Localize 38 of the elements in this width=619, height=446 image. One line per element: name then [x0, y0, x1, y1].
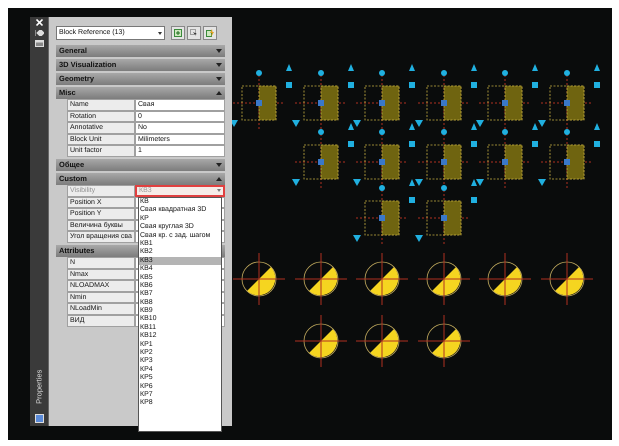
expand-icon	[216, 162, 222, 167]
pile-symbol	[292, 64, 354, 132]
pile-marker-symbol	[232, 252, 286, 306]
pile-marker-symbol	[294, 314, 348, 368]
pile-symbol	[230, 64, 292, 132]
expand-icon	[216, 63, 222, 67]
pile-marker-symbol	[356, 314, 408, 368]
pile-symbol	[415, 179, 477, 246]
expand-icon	[216, 77, 222, 81]
pile-symbol	[476, 64, 538, 132]
collapse-icon	[216, 91, 222, 95]
pile-marker-symbol	[418, 252, 470, 306]
pile-symbol	[538, 64, 600, 132]
plus-icon	[174, 29, 182, 37]
caret-icon	[158, 32, 162, 34]
pile-marker-symbol	[540, 252, 594, 306]
properties-icon	[34, 414, 44, 423]
close-icon[interactable]	[36, 19, 42, 26]
expand-icon	[216, 49, 222, 53]
quick-select-button[interactable]	[203, 26, 217, 40]
auto-hide-icon[interactable]	[34, 30, 44, 36]
pile-symbol	[292, 123, 354, 190]
pile-symbol	[353, 64, 415, 132]
pile-symbol	[538, 123, 600, 190]
pile-marker-symbol	[418, 314, 470, 368]
caret-icon	[217, 189, 221, 192]
pile-symbol	[476, 123, 538, 190]
window-icon[interactable]	[34, 40, 44, 47]
pile-symbol	[415, 64, 477, 132]
pile-marker-symbol	[356, 252, 408, 306]
cursor-icon	[190, 29, 198, 37]
select-objects-button[interactable]	[187, 26, 201, 40]
toggle-pickadd-button[interactable]	[171, 26, 185, 40]
lightning-icon	[206, 29, 214, 37]
collapse-icon	[216, 176, 222, 181]
pile-symbol	[353, 179, 415, 246]
pile-marker-symbol	[294, 252, 348, 306]
pile-marker-symbol	[478, 252, 532, 306]
